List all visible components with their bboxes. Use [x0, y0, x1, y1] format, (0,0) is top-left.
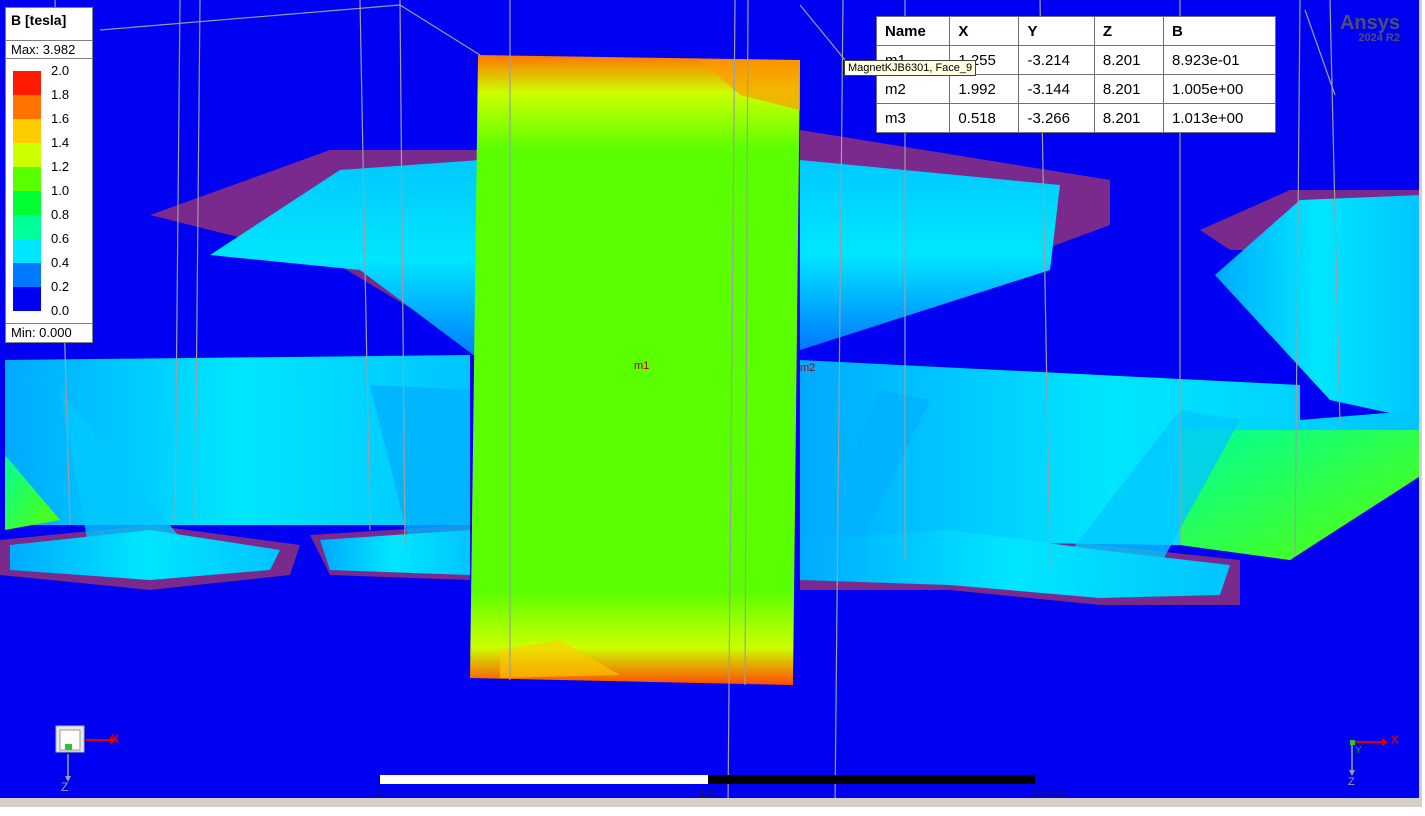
triad-left-z-label: Z	[61, 780, 69, 794]
probe-table-body: m11.255-3.2148.2018.923e-01m21.992-3.144…	[875, 45, 1276, 133]
probe-header-y: Y	[1018, 16, 1095, 46]
scale-label-1-5: 1.5	[699, 788, 715, 800]
probe-table-header: Name X Y Z B	[875, 16, 1276, 46]
triad-right-x-label: X	[1391, 734, 1399, 746]
legend-tick-label: 0.6	[51, 231, 70, 246]
table-cell: m2	[875, 74, 951, 104]
triad-left-x-label: X	[111, 732, 120, 746]
legend-max: Max: 3.982	[6, 40, 92, 59]
scale-bar	[380, 775, 1035, 784]
table-cell: 8.201	[1093, 103, 1165, 133]
legend-tick-label: 1.2	[51, 159, 70, 174]
table-cell: 8.923e-01	[1163, 45, 1276, 75]
table-cell: 1.005e+00	[1163, 74, 1276, 104]
probe-header-z: Z	[1093, 16, 1165, 46]
legend-swatch	[13, 119, 41, 143]
table-row[interactable]: m3 0.518 -3.266 8.201 1.013e+00	[875, 103, 1276, 133]
3d-viewport[interactable]: m1 m2 B [tesla] Max: 3.982 2.0 1.8 1.6 1.4 1…	[0, 0, 1422, 807]
legend-swatch	[13, 167, 41, 191]
table-cell: 1.992	[949, 74, 1020, 104]
legend-tick-label: 2.0	[51, 63, 70, 78]
legend-swatch	[13, 71, 41, 95]
legend-tick-label: 1.8	[51, 87, 70, 102]
probe-header-name: Name	[875, 16, 951, 46]
table-cell: 8.201	[1093, 45, 1165, 75]
probe-header-b: B	[1163, 16, 1276, 46]
legend-tick-label: 1.0	[51, 183, 70, 198]
triad-right-y-label: Y	[1355, 745, 1362, 756]
triad-right-z-label: Z	[1348, 776, 1355, 788]
axis-triad-left[interactable]: X Z	[50, 720, 130, 798]
legend-swatch	[13, 215, 41, 239]
color-legend[interactable]: B [tesla] Max: 3.982 2.0 1.8 1.6 1.4 1.2 1.0 0…	[5, 7, 93, 343]
legend-swatch	[13, 287, 41, 311]
legend-title: B [tesla]	[11, 12, 67, 28]
legend-tick-label: 0.8	[51, 207, 70, 222]
table-cell: 8.201	[1093, 74, 1165, 104]
scale-label-3mm: 3 (mm)	[1032, 788, 1067, 800]
legend-swatch	[13, 263, 41, 287]
table-cell: -3.144	[1018, 74, 1095, 104]
ansys-logo: Ansys 2024 R2	[1340, 12, 1400, 44]
legend-swatch	[13, 143, 41, 167]
legend-tick-label: 1.4	[51, 135, 70, 150]
table-cell: -3.214	[1018, 45, 1095, 75]
table-row[interactable]: m2 1.992 -3.144 8.201 1.005e+00	[875, 74, 1276, 104]
table-cell: m3	[875, 103, 951, 133]
legend-tick-label: 0.4	[51, 255, 70, 270]
table-cell: 1.013e+00	[1163, 103, 1276, 133]
axis-triad-right[interactable]: X Y Z	[1340, 732, 1410, 797]
scale-bar-black-segment	[708, 775, 1035, 784]
legend-tick-label: 0.2	[51, 279, 70, 294]
legend-swatch	[13, 95, 41, 119]
probe-marker-m1[interactable]: m1	[634, 360, 649, 372]
probe-header-x: X	[949, 16, 1020, 46]
legend-swatch	[13, 239, 41, 263]
probe-marker-m2[interactable]: m2	[800, 362, 815, 374]
scale-bar-white-segment	[380, 775, 708, 784]
face-tooltip: MagnetKJB6301, Face_9	[844, 60, 977, 76]
table-cell: 0.518	[949, 103, 1020, 133]
legend-swatch	[13, 191, 41, 215]
legend-tick-label: 0.0	[51, 303, 70, 318]
legend-min: Min: 0.000	[6, 323, 92, 341]
table-cell: -3.266	[1018, 103, 1095, 133]
legend-color-bar	[13, 71, 41, 311]
legend-tick-label: 1.6	[51, 111, 70, 126]
scale-label-0: 0	[376, 788, 383, 800]
